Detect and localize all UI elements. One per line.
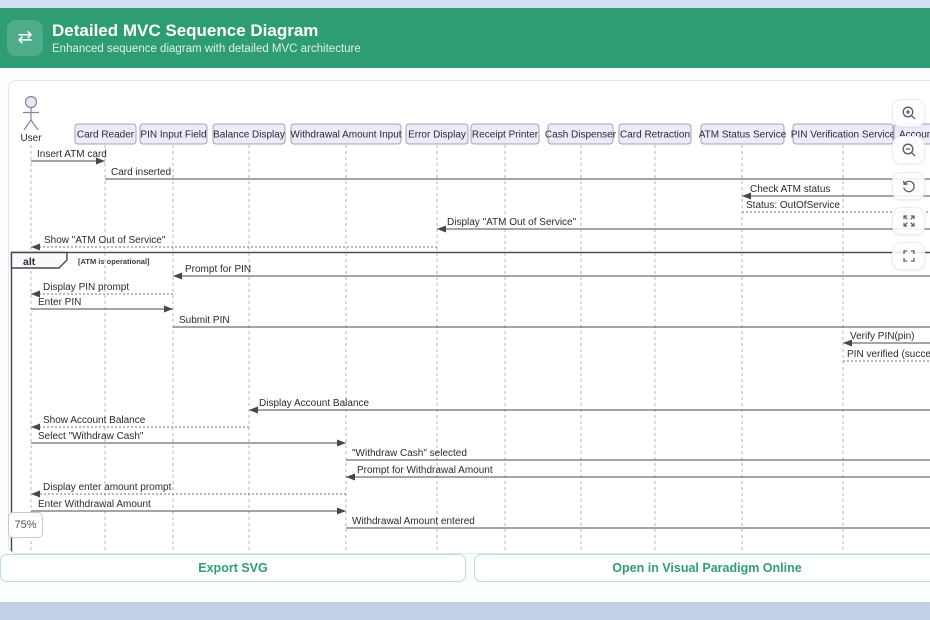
rotate-ccw-icon (901, 178, 917, 194)
svg-text:Error Display: Error Display (408, 130, 466, 141)
fullscreen-button[interactable] (892, 242, 925, 270)
svg-text:Check ATM status: Check ATM status (750, 184, 830, 195)
messages: Insert ATM card Card inserted Check ATM st… (31, 149, 930, 528)
svg-text:Select "Withdraw Cash": Select "Withdraw Cash" (38, 431, 144, 442)
svg-text:Prompt for PIN: Prompt for PIN (185, 264, 251, 275)
header-text: Detailed MVC Sequence Diagram Enhanced s… (52, 21, 361, 55)
actor-user: User (20, 97, 42, 145)
card-header: ⇄ Detailed MVC Sequence Diagram Enhanced… (0, 8, 930, 68)
svg-text:Card inserted: Card inserted (111, 167, 171, 178)
svg-text:PIN verified (success): PIN verified (success) (847, 349, 930, 360)
svg-text:ATM Status Service: ATM Status Service (699, 130, 787, 141)
zoom-in-button[interactable] (892, 99, 925, 127)
svg-text:Prompt for Withdrawal Amount: Prompt for Withdrawal Amount (357, 465, 493, 476)
svg-text:PIN Input Field: PIN Input Field (140, 130, 206, 141)
svg-text:Show Account Balance: Show Account Balance (43, 415, 146, 426)
reset-view-button[interactable] (892, 172, 925, 200)
svg-text:Enter Withdrawal Amount: Enter Withdrawal Amount (38, 499, 151, 510)
magnifier-plus-icon (901, 105, 917, 121)
svg-text:[ATM is operational]: [ATM is operational] (78, 257, 150, 266)
expand-arrows-icon (901, 213, 917, 229)
zoom-out-button[interactable] (892, 136, 925, 164)
svg-text:Display Account Balance: Display Account Balance (259, 398, 370, 409)
sequence-diagram: User Card Reader PIN Input Field Balance Di… (9, 81, 930, 554)
svg-text:Cash Dispenser: Cash Dispenser (545, 130, 617, 141)
svg-text:Withdrawal Amount Input: Withdrawal Amount Input (290, 130, 401, 141)
svg-text:Display "ATM Out of Service": Display "ATM Out of Service" (447, 217, 577, 228)
zoom-level-badge: 75% (8, 512, 43, 538)
page-title: Detailed MVC Sequence Diagram (52, 21, 361, 41)
svg-text:Withdrawal Amount entered: Withdrawal Amount entered (352, 516, 475, 527)
magnifier-minus-icon (901, 142, 917, 158)
svg-text:Card Retraction: Card Retraction (620, 130, 690, 141)
svg-text:User: User (20, 133, 42, 144)
export-svg-button[interactable]: Export SVG (0, 554, 466, 582)
svg-text:Status: OutOfService: Status: OutOfService (746, 200, 840, 211)
svg-text:alt: alt (23, 256, 36, 268)
svg-text:PIN Verification Service: PIN Verification Service (791, 130, 896, 141)
page-subtitle: Enhanced sequence diagram with detailed … (52, 43, 361, 55)
svg-text:Card Reader: Card Reader (77, 130, 135, 141)
svg-text:Submit PIN: Submit PIN (179, 315, 230, 326)
svg-text:Receipt Printer: Receipt Printer (472, 130, 539, 141)
diagram-canvas[interactable]: User Card Reader PIN Input Field Balance Di… (8, 80, 930, 554)
svg-text:Display PIN prompt: Display PIN prompt (43, 282, 129, 293)
open-visual-paradigm-button[interactable]: Open in Visual Paradigm Online (474, 554, 930, 582)
svg-text:Insert ATM card: Insert ATM card (37, 149, 107, 160)
svg-text:Balance Display: Balance Display (213, 130, 285, 141)
svg-text:Verify PIN(pin): Verify PIN(pin) (850, 331, 914, 342)
corner-brackets-icon (901, 248, 917, 264)
svg-text:Enter PIN: Enter PIN (38, 297, 81, 308)
diagram-card: ⇄ Detailed MVC Sequence Diagram Enhanced… (0, 8, 930, 602)
svg-text:Show "ATM Out of Service": Show "ATM Out of Service" (44, 235, 166, 246)
svg-text:Display enter amount prompt: Display enter amount prompt (43, 482, 172, 493)
svg-text:"Withdraw Cash" selected: "Withdraw Cash" selected (352, 448, 467, 459)
lifeline-head-boxes: Card Reader PIN Input Field Balance Displa… (75, 124, 930, 144)
fit-to-screen-button[interactable] (892, 207, 925, 235)
swap-arrows-icon: ⇄ (7, 20, 43, 56)
